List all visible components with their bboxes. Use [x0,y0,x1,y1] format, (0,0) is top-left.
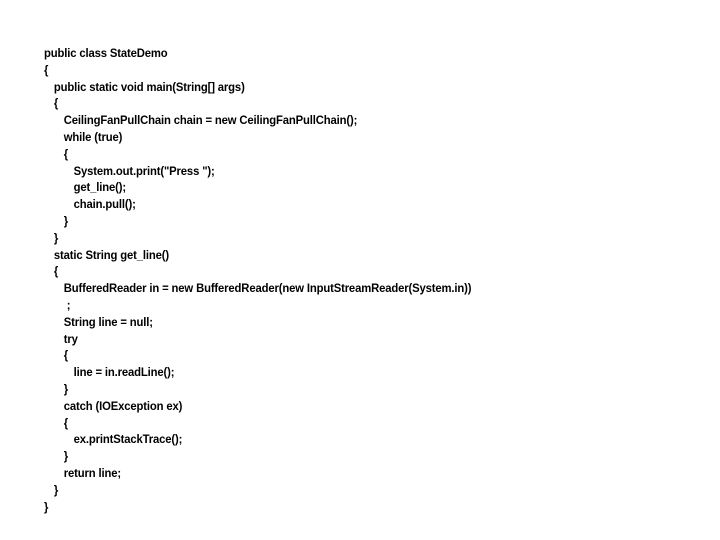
code-line: } [63,381,68,396]
code-line: { [53,264,59,279]
code-line: static String get_line() [53,247,169,262]
code-line: { [63,146,68,161]
code-line: ; [63,297,71,312]
code-line: } [53,482,59,497]
code-line: String line = null; [63,314,153,329]
code-line: { [63,348,68,363]
code-line: { [53,96,59,111]
code-line: } [63,213,68,228]
code-line: System.out.print("Press "); [73,163,215,178]
slide-canvas: public class StateDemo { public static voi… [0,0,720,540]
code-listing: public class StateDemo { public static voi… [44,45,704,515]
code-line: } [44,499,49,514]
code-line: public static void main(String[] args) [53,79,245,94]
code-line: while (true) [63,129,123,144]
code-line: chain.pull(); [73,197,136,212]
code-line: } [63,449,68,464]
code-line: return line; [63,465,121,480]
code-line: line = in.readLine(); [73,365,175,380]
code-line: get_line(); [73,180,126,195]
code-line: { [63,415,68,430]
code-line: ex.printStackTrace(); [73,432,183,447]
code-line: catch (IOException ex) [63,398,183,413]
code-line: CeilingFanPullChain chain = new CeilingF… [63,113,358,128]
code-line: { [44,62,49,77]
code-line: try [63,331,78,346]
code-line: } [53,230,59,245]
code-line: BufferedReader in = new BufferedReader(n… [63,281,472,296]
code-line: public class StateDemo [44,46,168,60]
